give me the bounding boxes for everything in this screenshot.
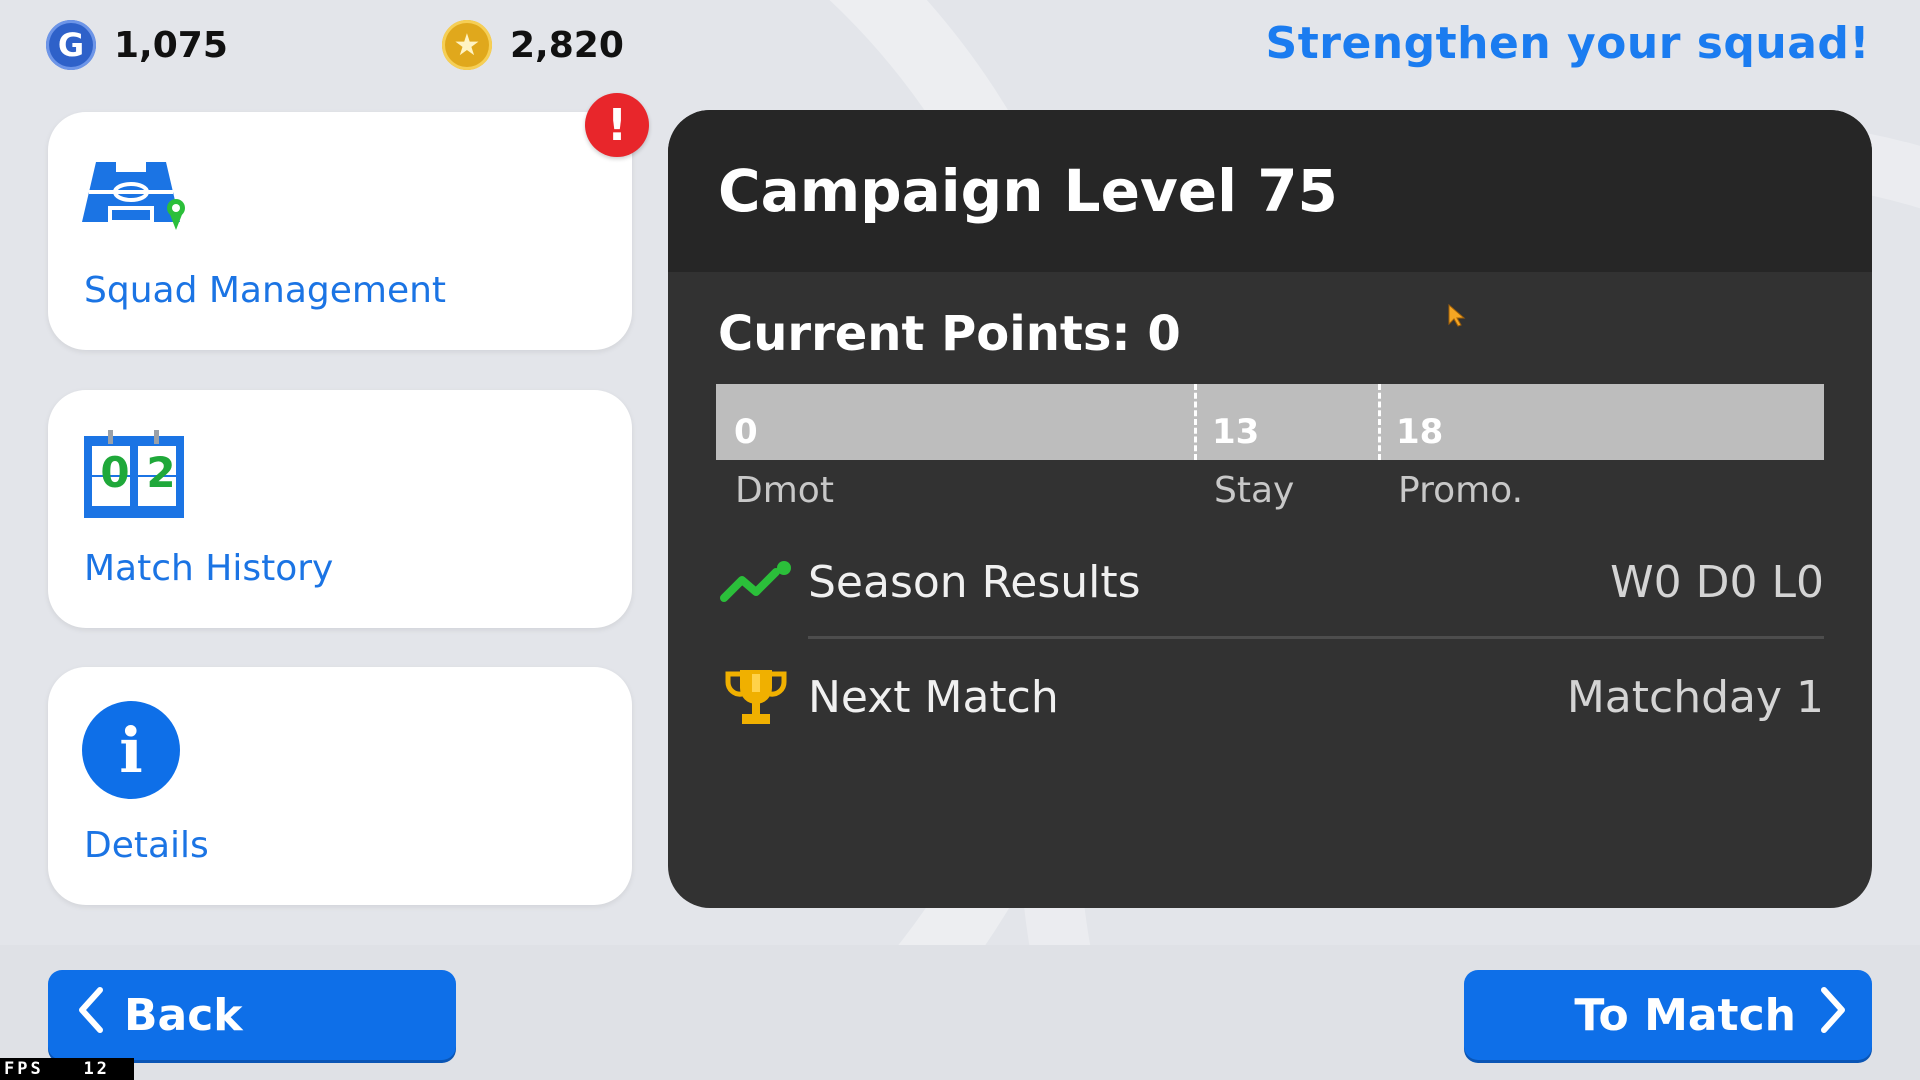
gp-value: 1,075 (114, 24, 228, 66)
trophy-icon (716, 667, 796, 727)
campaign-header: Campaign Level 75 (668, 110, 1872, 272)
threshold-demote-value: 0 (734, 412, 758, 452)
details-label: Details (84, 825, 209, 866)
to-match-button-label: To Match (1574, 989, 1796, 1041)
gp-currency: G 1,075 (46, 20, 228, 70)
fps-label: FPS (4, 1059, 44, 1079)
fps-value: 12 (83, 1059, 110, 1079)
row-divider (808, 636, 1824, 639)
formation-pitch-icon (82, 152, 192, 246)
next-match-label: Next Match (808, 671, 1059, 723)
season-results-label: Season Results (808, 556, 1141, 608)
current-points: Current Points: 0 (718, 306, 1181, 362)
next-match-row: Next Match Matchday 1 (716, 657, 1824, 737)
chevron-left-icon (78, 986, 104, 1044)
threshold-promo-label: Promo. (1398, 470, 1524, 511)
headline-text: Strengthen your squad! (1265, 18, 1870, 69)
threshold-divider (1378, 384, 1381, 460)
trend-chart-icon (716, 552, 796, 612)
squad-management-card[interactable]: Squad Management (48, 112, 632, 350)
campaign-panel: Campaign Level 75 Current Points: 0 0 13… (668, 110, 1872, 908)
mouse-cursor-icon (1448, 303, 1466, 332)
coin-value: 2,820 (510, 24, 624, 66)
to-match-button[interactable]: To Match (1464, 970, 1872, 1060)
back-button[interactable]: Back (48, 970, 456, 1060)
threshold-demote-label: Dmot (735, 470, 834, 511)
scoreboard-icon: 0 2 (82, 430, 186, 524)
threshold-stay-label: Stay (1214, 470, 1295, 511)
back-button-label: Back (124, 989, 243, 1041)
details-card[interactable]: i Details (48, 667, 632, 905)
fps-counter: FPS 12 (0, 1058, 134, 1080)
scoreboard-digit-right: 2 (146, 448, 176, 497)
alert-badge: ! (585, 93, 649, 157)
info-icon: i (82, 701, 180, 799)
gp-icon: G (46, 20, 96, 70)
scoreboard-digit-left: 0 (100, 448, 130, 497)
threshold-divider (1194, 384, 1197, 460)
match-history-label: Match History (84, 548, 334, 589)
next-match-value: Matchday 1 (1566, 671, 1824, 723)
squad-management-label: Squad Management (84, 270, 447, 311)
threshold-stay-value: 13 (1212, 412, 1260, 452)
info-glyph: i (119, 713, 143, 787)
coin-star-icon: ★ (442, 20, 492, 70)
campaign-title: Campaign Level 75 (718, 157, 1338, 225)
chevron-right-icon (1820, 986, 1846, 1044)
points-progress-bar: 0 13 18 (716, 384, 1824, 460)
threshold-promo-value: 18 (1396, 412, 1444, 452)
season-results-value: W0 D0 L0 (1610, 556, 1824, 608)
coin-currency: ★ 2,820 (442, 20, 624, 70)
season-results-row: Season Results W0 D0 L0 (716, 542, 1824, 622)
match-history-card[interactable]: 0 2 Match History (48, 390, 632, 628)
